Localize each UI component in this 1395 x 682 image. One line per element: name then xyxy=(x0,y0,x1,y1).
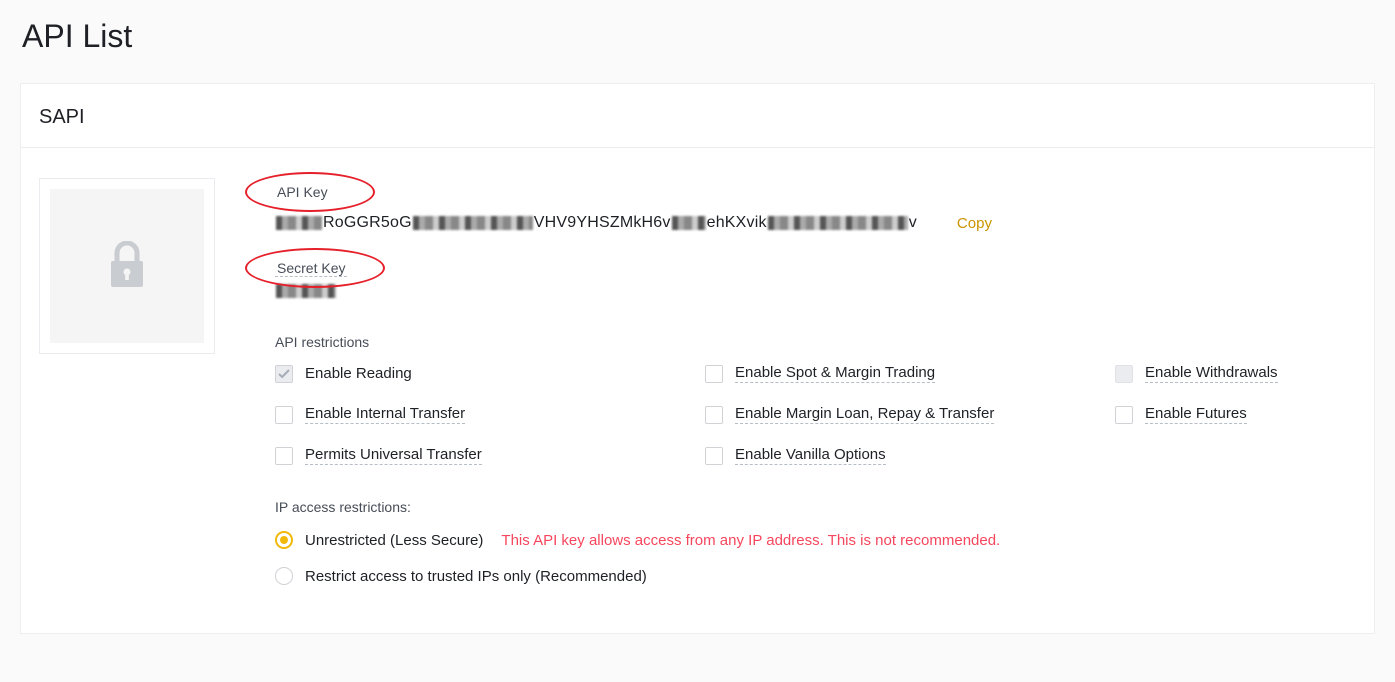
restriction-label: Permits Universal Transfer xyxy=(305,446,482,465)
restriction-option[interactable]: Enable Futures xyxy=(1115,405,1356,424)
api-key-value: RoGGR5oGVHV9YHSZMkH6vehKXvikv xyxy=(275,214,917,232)
copy-api-key-button[interactable]: Copy xyxy=(957,215,992,232)
radio-button[interactable] xyxy=(275,531,293,549)
restriction-option[interactable]: Permits Universal Transfer xyxy=(275,446,705,465)
restriction-label: Enable Futures xyxy=(1145,405,1247,424)
qr-lock-box xyxy=(39,178,215,354)
api-restrictions-label: API restrictions xyxy=(275,334,1356,350)
secret-key-label: Secret Key xyxy=(275,260,347,277)
api-key-label: API Key xyxy=(275,184,330,200)
restriction-option[interactable]: Enable Spot & Margin Trading xyxy=(705,364,1115,383)
checkbox[interactable] xyxy=(705,447,723,465)
checkbox[interactable] xyxy=(1115,406,1133,424)
restriction-label: Enable Margin Loan, Repay & Transfer xyxy=(735,405,994,424)
checkbox[interactable] xyxy=(275,447,293,465)
restriction-label: Enable Reading xyxy=(305,365,412,383)
page-title: API List xyxy=(0,0,1395,83)
restriction-option[interactable]: Enable Margin Loan, Repay & Transfer xyxy=(705,405,1115,424)
restriction-option[interactable]: Enable Internal Transfer xyxy=(275,405,705,424)
ip-access-options: Unrestricted (Less Secure) This API key a… xyxy=(275,531,1356,585)
restriction-option: Enable Reading xyxy=(275,364,705,383)
ip-option-label: Unrestricted (Less Secure) xyxy=(305,532,483,549)
ip-option-label: Restrict access to trusted IPs only (Rec… xyxy=(305,568,647,585)
radio-button[interactable] xyxy=(275,567,293,585)
lock-icon-background xyxy=(50,189,204,343)
checkbox xyxy=(1115,365,1133,383)
restriction-label: Enable Withdrawals xyxy=(1145,364,1278,383)
checkbox xyxy=(275,365,293,383)
ip-access-option[interactable]: Restrict access to trusted IPs only (Rec… xyxy=(275,567,1356,585)
api-restrictions-grid: Enable Reading Enable Spot & Margin Tradi… xyxy=(275,364,1356,465)
restriction-label: Enable Internal Transfer xyxy=(305,405,465,424)
ip-access-option[interactable]: Unrestricted (Less Secure) This API key a… xyxy=(275,531,1356,549)
ip-access-label: IP access restrictions: xyxy=(275,499,1356,515)
checkbox[interactable] xyxy=(275,406,293,424)
restriction-option[interactable]: Enable Vanilla Options xyxy=(705,446,1115,465)
api-name-header: SAPI xyxy=(21,84,1374,148)
lock-icon xyxy=(107,241,147,291)
checkbox[interactable] xyxy=(705,365,723,383)
restriction-label: Enable Vanilla Options xyxy=(735,446,886,465)
restriction-label: Enable Spot & Margin Trading xyxy=(735,364,935,383)
api-card: SAPI API Key RoGGR5oGVHV9YHSZM xyxy=(20,83,1375,634)
ip-warning-text: This API key allows access from any IP a… xyxy=(501,532,1000,549)
secret-key-value xyxy=(275,282,337,300)
checkbox[interactable] xyxy=(705,406,723,424)
restriction-option: Enable Withdrawals xyxy=(1115,364,1356,383)
